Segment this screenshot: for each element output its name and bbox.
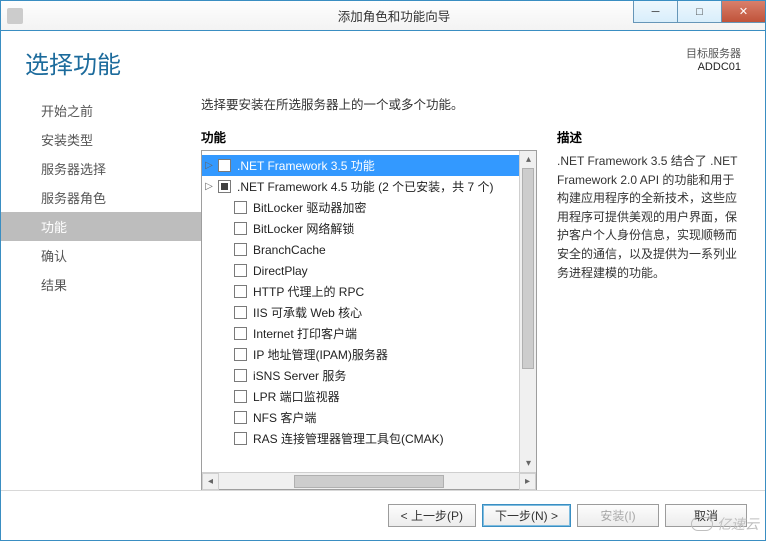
feature-checkbox[interactable] <box>234 411 247 424</box>
features-tree: ▷ .NET Framework 3.5 功能 ▷ .NET Framework… <box>201 150 537 490</box>
feature-checkbox[interactable] <box>218 159 231 172</box>
feature-label: BranchCache <box>253 243 326 257</box>
page-title: 选择功能 <box>25 45 686 80</box>
feature-row[interactable]: RAS 连接管理器管理工具包(CMAK) <box>202 428 536 449</box>
nav-step-roles[interactable]: 服务器角色 <box>1 183 201 212</box>
previous-button[interactable]: < 上一步(P) <box>388 504 476 527</box>
scroll-thumb[interactable] <box>522 168 534 369</box>
description-text: .NET Framework 3.5 结合了 .NET Framework 2.… <box>557 150 741 282</box>
feature-row[interactable]: IIS 可承载 Web 核心 <box>202 302 536 323</box>
feature-row[interactable]: BitLocker 驱动器加密 <box>202 197 536 218</box>
nav-steps: 开始之前 安装类型 服务器选择 服务器角色 功能 确认 结果 <box>1 86 201 490</box>
feature-checkbox[interactable] <box>234 327 247 340</box>
target-server-label: 目标服务器 <box>686 45 741 61</box>
description-heading: 描述 <box>557 127 741 150</box>
feature-checkbox[interactable] <box>234 264 247 277</box>
maximize-button[interactable]: □ <box>677 1 721 23</box>
feature-checkbox[interactable] <box>234 369 247 382</box>
expand-icon[interactable]: ▷ <box>202 181 216 192</box>
feature-row[interactable]: iSNS Server 服务 <box>202 365 536 386</box>
description-pane: 描述 .NET Framework 3.5 结合了 .NET Framework… <box>557 127 741 490</box>
content-columns: 功能 ▷ .NET Framework 3.5 功能 ▷ <box>201 127 741 490</box>
nav-step-result[interactable]: 结果 <box>1 270 201 299</box>
scroll-up-icon[interactable]: ▴ <box>520 151 537 168</box>
nav-step-confirm[interactable]: 确认 <box>1 241 201 270</box>
window-controls: ─ □ ✕ <box>633 1 765 24</box>
feature-label: IIS 可承载 Web 核心 <box>253 304 362 321</box>
nav-step-before[interactable]: 开始之前 <box>1 96 201 125</box>
close-button[interactable]: ✕ <box>721 1 765 23</box>
nav-step-features[interactable]: 功能 <box>1 212 201 241</box>
mid-area: 开始之前 安装类型 服务器选择 服务器角色 功能 确认 结果 选择要安装在所选服… <box>1 86 765 490</box>
horizontal-scrollbar[interactable]: ◂ ▸ <box>202 472 536 489</box>
feature-label: HTTP 代理上的 RPC <box>253 283 364 300</box>
cancel-button[interactable]: 取消 <box>665 504 747 527</box>
feature-label: iSNS Server 服务 <box>253 367 346 384</box>
next-button[interactable]: 下一步(N) > <box>482 504 571 527</box>
feature-label: LPR 端口监视器 <box>253 388 340 405</box>
nav-step-type[interactable]: 安装类型 <box>1 125 201 154</box>
install-button[interactable]: 安装(I) <box>577 504 659 527</box>
wizard-window: 添加角色和功能向导 ─ □ ✕ 选择功能 目标服务器 ADDC01 开始之前 安… <box>0 0 766 541</box>
feature-checkbox[interactable] <box>234 432 247 445</box>
feature-label: .NET Framework 4.5 功能 (2 个已安装，共 7 个) <box>237 178 493 195</box>
feature-row[interactable]: DirectPlay <box>202 260 536 281</box>
feature-checkbox[interactable] <box>234 390 247 403</box>
scroll-left-icon[interactable]: ◂ <box>202 473 219 490</box>
feature-row[interactable]: BitLocker 网络解锁 <box>202 218 536 239</box>
feature-checkbox[interactable] <box>234 243 247 256</box>
feature-label: DirectPlay <box>253 264 308 278</box>
feature-row[interactable]: LPR 端口监视器 <box>202 386 536 407</box>
feature-row[interactable]: HTTP 代理上的 RPC <box>202 281 536 302</box>
feature-checkbox[interactable] <box>218 180 231 193</box>
scroll-thumb[interactable] <box>294 475 444 488</box>
feature-checkbox[interactable] <box>234 285 247 298</box>
feature-checkbox[interactable] <box>234 348 247 361</box>
feature-label: BitLocker 网络解锁 <box>253 220 354 237</box>
features-pane: 功能 ▷ .NET Framework 3.5 功能 ▷ <box>201 127 537 490</box>
app-icon <box>7 8 23 24</box>
header-area: 选择功能 目标服务器 ADDC01 <box>1 31 765 86</box>
content-column: 选择要安装在所选服务器上的一个或多个功能。 功能 ▷ .NET Framewor… <box>201 86 765 490</box>
features-heading: 功能 <box>201 127 537 150</box>
feature-label: BitLocker 驱动器加密 <box>253 199 366 216</box>
features-tree-scroll[interactable]: ▷ .NET Framework 3.5 功能 ▷ .NET Framework… <box>202 151 536 472</box>
instruction-text: 选择要安装在所选服务器上的一个或多个功能。 <box>201 86 741 127</box>
nav-step-server[interactable]: 服务器选择 <box>1 154 201 183</box>
feature-row[interactable]: BranchCache <box>202 239 536 260</box>
wizard-body: 选择功能 目标服务器 ADDC01 开始之前 安装类型 服务器选择 服务器角色 … <box>1 31 765 540</box>
feature-label: NFS 客户端 <box>253 409 316 426</box>
footer: < 上一步(P) 下一步(N) > 安装(I) 取消 <box>1 490 765 540</box>
feature-label: .NET Framework 3.5 功能 <box>237 157 375 174</box>
scroll-right-icon[interactable]: ▸ <box>519 473 536 490</box>
feature-label: Internet 打印客户端 <box>253 325 357 342</box>
feature-checkbox[interactable] <box>234 222 247 235</box>
feature-label: IP 地址管理(IPAM)服务器 <box>253 346 388 363</box>
titlebar[interactable]: 添加角色和功能向导 ─ □ ✕ <box>1 1 765 31</box>
target-server-block: 目标服务器 ADDC01 <box>686 45 741 73</box>
feature-row[interactable]: IP 地址管理(IPAM)服务器 <box>202 344 536 365</box>
feature-row[interactable]: ▷ .NET Framework 3.5 功能 <box>202 155 536 176</box>
feature-row[interactable]: Internet 打印客户端 <box>202 323 536 344</box>
scroll-down-icon[interactable]: ▾ <box>520 455 537 472</box>
feature-label: RAS 连接管理器管理工具包(CMAK) <box>253 430 444 447</box>
feature-checkbox[interactable] <box>234 201 247 214</box>
feature-row[interactable]: NFS 客户端 <box>202 407 536 428</box>
feature-row[interactable]: ▷ .NET Framework 4.5 功能 (2 个已安装，共 7 个) <box>202 176 536 197</box>
expand-icon[interactable]: ▷ <box>202 160 216 171</box>
target-server-name: ADDC01 <box>686 61 741 73</box>
feature-checkbox[interactable] <box>234 306 247 319</box>
minimize-button[interactable]: ─ <box>633 1 677 23</box>
vertical-scrollbar[interactable]: ▴ ▾ <box>519 151 536 472</box>
